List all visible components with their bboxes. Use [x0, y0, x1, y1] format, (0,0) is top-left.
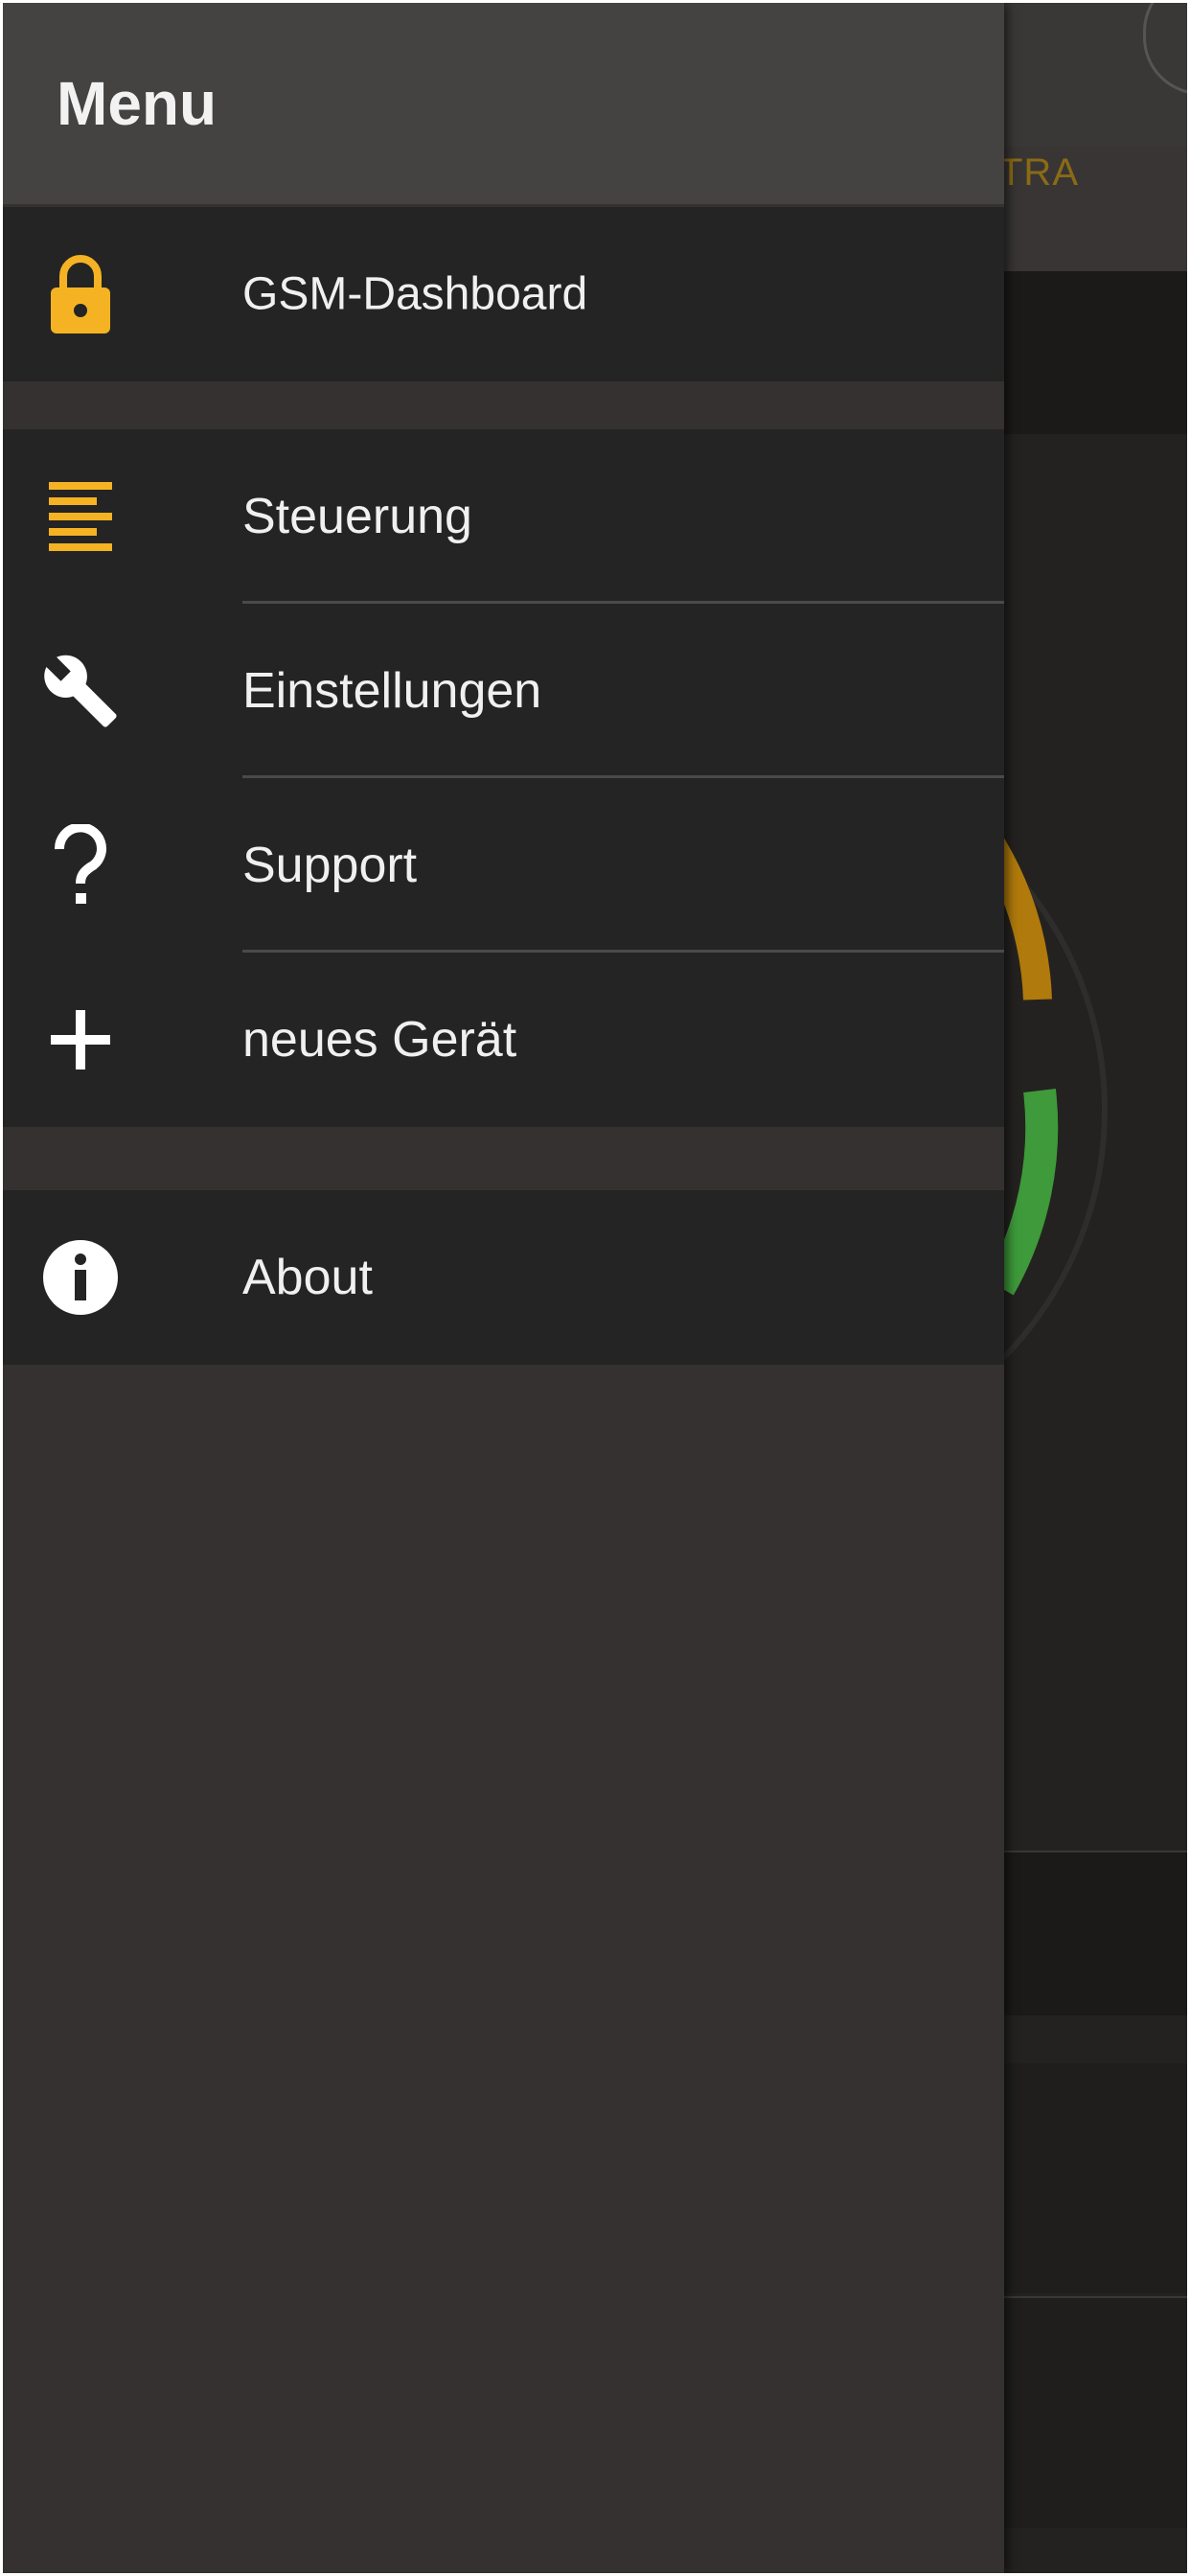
menu-item-label: About	[242, 1250, 373, 1305]
menu-item-gsm-dashboard[interactable]: GSM-Dashboard	[3, 207, 1004, 381]
navigation-drawer: Menu GSM-Dashboard Steuerung Einstellung…	[3, 3, 1004, 2573]
question-mark-icon	[41, 824, 120, 905]
menu-item-label: Support	[242, 838, 418, 893]
menu-group-about: About	[3, 1190, 1004, 1365]
drawer-header: Menu	[3, 3, 1004, 204]
app-frame: TRA Menu GSM-Dashboard Steuerung Einstel…	[3, 3, 1187, 2573]
menu-item-support[interactable]: Support	[3, 778, 1004, 953]
menu-group-dashboard: GSM-Dashboard	[3, 207, 1004, 381]
menu-item-einstellungen[interactable]: Einstellungen	[3, 604, 1004, 778]
menu-item-label: neues Gerät	[242, 1012, 517, 1068]
menu-item-label: Steuerung	[242, 489, 472, 544]
gauge-green-arc	[985, 1089, 1059, 1296]
list-lines-icon	[41, 477, 120, 556]
menu-group-main: Steuerung Einstellungen Support neues Ge…	[3, 429, 1004, 1127]
lock-icon	[41, 255, 120, 334]
wrench-icon	[41, 652, 120, 730]
plus-icon	[41, 1000, 120, 1079]
menu-item-label: GSM-Dashboard	[242, 268, 588, 320]
drawer-title: Menu	[57, 69, 217, 138]
menu-item-about[interactable]: About	[3, 1190, 1004, 1365]
menu-item-label: Einstellungen	[242, 663, 542, 719]
info-icon	[41, 1238, 120, 1317]
menu-item-neues-geraet[interactable]: neues Gerät	[3, 953, 1004, 1127]
menu-item-steuerung[interactable]: Steuerung	[3, 429, 1004, 604]
